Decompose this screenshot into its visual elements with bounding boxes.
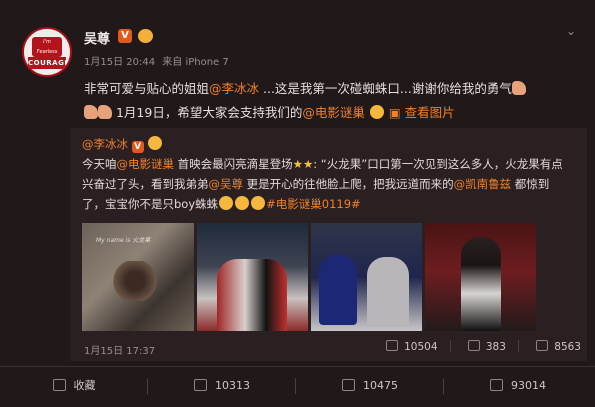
photo-thumbnail[interactable] xyxy=(311,223,422,331)
group-photo-figure xyxy=(217,259,287,331)
favorite-label: 收藏 xyxy=(73,379,96,392)
post-source: 来自 iPhone 7 xyxy=(162,57,229,68)
post-meta: 1月15日 20:44 来自 iPhone 7 xyxy=(84,53,233,68)
photo-figure xyxy=(461,237,501,331)
chevron-down-icon[interactable]: ⌄ xyxy=(566,24,576,38)
heart-eyes-emoji-icon xyxy=(369,105,384,119)
mention-link[interactable]: @凯南鲁兹 xyxy=(454,177,512,191)
spider-image xyxy=(112,261,158,301)
post-text-segment: ...这是我第一次碰蜘蛛口...谢谢你给我的勇气 xyxy=(259,81,512,96)
post-text-segment: 1月19日，希望大家会支持我们的 xyxy=(112,105,303,120)
star-icon: ★★ xyxy=(292,157,314,171)
mention-link[interactable]: @电影谜巢 xyxy=(117,157,175,171)
repost-text-segment: 首映会最闪亮滴星登场 xyxy=(174,157,293,171)
mention-link[interactable]: @吴尊 xyxy=(209,177,244,191)
grin-emoji-icon xyxy=(251,196,266,210)
verified-badge-icon: V xyxy=(118,29,132,43)
mention-link[interactable]: @李冰冰 xyxy=(209,81,259,96)
repost-text: @李冰冰 V 今天咱@电影谜巢 首映会最闪亮滴星登场★★: “火龙果”口口第一次… xyxy=(82,134,580,214)
repost-comment-value: 383 xyxy=(485,341,506,353)
repost-text-segment: 了，宝宝你不是只boy蛛蛛 xyxy=(82,197,219,211)
username[interactable]: 吴尊 xyxy=(84,28,110,47)
avatar[interactable]: I'm Fearless COURAGE xyxy=(22,27,72,77)
repost-button[interactable]: 10313 xyxy=(148,367,296,405)
star-icon xyxy=(52,379,66,391)
repost-share-value: 10504 xyxy=(404,341,438,353)
repost-text-segment: 今天咱 xyxy=(82,157,117,171)
flexed-arm-emoji-icon xyxy=(511,81,526,95)
view-image-link[interactable]: ▣ 查看图片 xyxy=(389,105,455,120)
doge-emoji-icon xyxy=(235,196,250,210)
comment-icon xyxy=(467,340,480,351)
flexed-arm-emoji-icon xyxy=(98,105,112,119)
repost-text-segment: : “火龙果”口口第一次见到这么多人，火龙果有点 xyxy=(313,157,563,171)
photo-figure xyxy=(367,257,409,327)
repost-author[interactable]: @李冰冰 xyxy=(82,137,128,151)
divider xyxy=(517,340,519,352)
repost-like-count[interactable]: 8563 xyxy=(536,340,581,353)
photo-thumbnail[interactable] xyxy=(197,223,308,331)
repost-text-segment: 兴奋过了头，看到我弟弟 xyxy=(82,177,209,191)
repost-stats: 10504 383 8563 xyxy=(372,340,581,353)
repost-verified-badge-icon: V xyxy=(131,141,144,153)
thumbs-up-icon xyxy=(536,340,549,351)
mention-link[interactable]: @电影谜巢 xyxy=(302,105,365,120)
weibo-post-card: I'm Fearless COURAGE 吴尊 V ⌄ 1月15日 20:44 … xyxy=(0,0,595,407)
flexed-arm-emoji-icon xyxy=(84,105,98,119)
repost-like-value: 8563 xyxy=(554,341,581,353)
share-icon xyxy=(386,340,399,351)
photo-figure xyxy=(319,255,357,325)
repost-count: 10313 xyxy=(215,379,250,392)
repost-comment-count[interactable]: 383 xyxy=(467,340,506,353)
comment-icon xyxy=(342,379,355,391)
comment-count: 10475 xyxy=(363,379,398,392)
view-image-label: 查看图片 xyxy=(404,105,455,120)
sweat-emoji-icon xyxy=(219,196,234,210)
avatar-top-text: I'm Fearless xyxy=(32,37,62,57)
reposted-content: @李冰冰 V 今天咱@电影谜巢 首映会最闪亮滴星登场★★: “火龙果”口口第一次… xyxy=(70,128,587,361)
member-badge-icon xyxy=(148,136,163,150)
thumbs-up-icon xyxy=(490,379,503,391)
comment-button[interactable]: 10475 xyxy=(296,367,444,405)
member-badge-icon xyxy=(138,29,153,43)
photo-caption: My name is 火龙果 xyxy=(96,237,151,244)
post-text-segment: 非常可爱与贴心的姐姐 xyxy=(84,81,210,96)
repost-text-segment: 更是开心的往他脸上爬，把我远道而来的 xyxy=(243,177,454,191)
post-time[interactable]: 1月15日 20:44 xyxy=(84,57,155,68)
like-button[interactable]: 93014 xyxy=(444,367,592,405)
share-icon xyxy=(194,379,207,391)
repost-share-count[interactable]: 10504 xyxy=(386,340,438,353)
repost-time[interactable]: 1月15日 17:37 xyxy=(84,342,155,357)
repost-text-segment: 都惊到 xyxy=(511,177,550,191)
photo-thumbnail[interactable] xyxy=(425,223,536,331)
favorite-button[interactable]: 收藏 xyxy=(0,367,148,405)
post-text: 非常可爱与贴心的姐姐@李冰冰 ...这是我第一次碰蜘蛛口...谢谢你给我的勇气 … xyxy=(84,77,584,125)
divider xyxy=(449,340,451,352)
like-count: 93014 xyxy=(511,379,546,392)
photo-thumbnail[interactable]: My name is 火龙果 xyxy=(82,223,194,331)
hashtag-link[interactable]: #电影谜巢0119# xyxy=(266,197,361,211)
avatar-banner-text: COURAGE xyxy=(28,57,70,69)
action-bar: 收藏 10313 10475 93014 xyxy=(0,366,595,404)
